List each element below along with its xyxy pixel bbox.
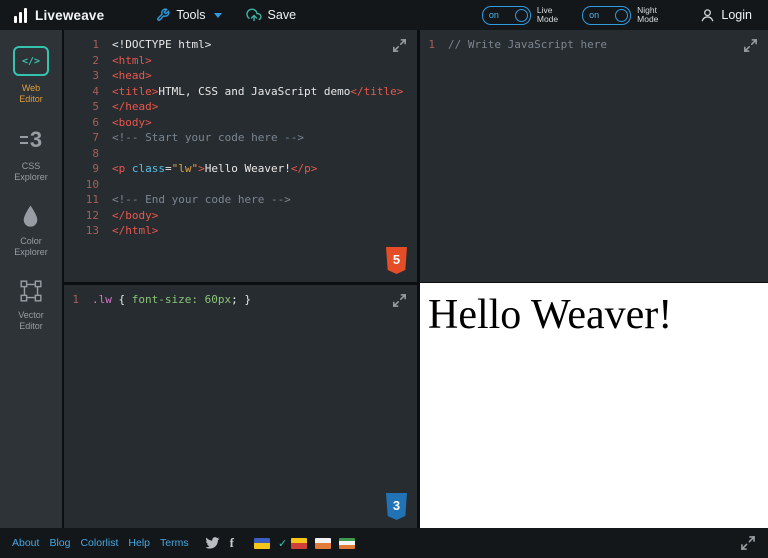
code-line[interactable]: 8	[64, 146, 417, 162]
line-number: 4	[92, 84, 99, 98]
check-icon: ✓	[277, 537, 288, 550]
code-line[interactable]: 1 <!DOCTYPE html>	[64, 37, 417, 53]
css3-logo: 3	[386, 493, 407, 520]
toggle-knob-icon	[615, 8, 629, 22]
facebook-icon[interactable]: f	[230, 535, 234, 551]
topbar: Liveweave Tools Save on Live Mode on Nig…	[0, 0, 768, 30]
sidebar-item-web-editor[interactable]: </> Web Editor	[13, 46, 49, 105]
line-number: 11	[85, 193, 99, 206]
live-toggle-state: on	[488, 10, 499, 20]
footer-link-blog[interactable]: Blog	[49, 537, 70, 549]
sidebar-item-label: Vector Editor	[18, 310, 44, 331]
sidebar-item-label: Color Explorer	[14, 236, 48, 257]
code-line[interactable]: 7 <!-- Start your code here -->	[64, 130, 417, 146]
liveweave-logo[interactable]: Liveweave	[14, 7, 105, 23]
line-number: 7	[92, 131, 99, 144]
code-line[interactable]: 3 <head>	[64, 68, 417, 84]
sidebar: </> Web Editor 3 CSS Explorer Color Expl…	[0, 30, 62, 528]
line-number: 10	[85, 177, 99, 191]
code-line[interactable]: 2 <html>	[64, 53, 417, 69]
code-line[interactable]: 9 <p class="lw">Hello Weaver!</p>	[64, 161, 417, 177]
signal-bars-icon	[14, 7, 27, 23]
code-brackets-icon: </>	[13, 46, 49, 76]
line-number: 1	[92, 38, 99, 51]
tools-label: Tools	[176, 8, 206, 22]
live-mode-label: Live Mode	[536, 4, 559, 24]
app-title: Liveweave	[35, 7, 105, 23]
sidebar-item-label: Web Editor	[19, 83, 43, 104]
footer: About Blog Colorlist Help Terms f ✓	[0, 528, 768, 558]
night-mode-label: Night Mode	[637, 4, 659, 24]
flag-icon-2[interactable]	[291, 537, 308, 549]
flag-icon-4[interactable]	[339, 537, 356, 549]
expand-icon[interactable]	[743, 38, 758, 53]
code-line[interactable]: 4 <title>HTML, CSS and JavaScript demo</t…	[64, 84, 417, 100]
line-number: 2	[92, 53, 99, 67]
sidebar-item-css-explorer[interactable]: 3 CSS Explorer	[14, 126, 48, 183]
line-number: 1	[428, 38, 435, 51]
speed-lines-icon	[19, 132, 28, 148]
html-code-editor[interactable]: 1 <!DOCTYPE html> 2 <html> 3 <head> 4 <title>HT…	[64, 30, 417, 239]
line-number: 5	[92, 100, 99, 113]
expand-icon[interactable]	[392, 293, 407, 308]
js-code-editor[interactable]: 1// Write JavaScript here	[420, 30, 768, 53]
droplet-icon	[24, 205, 38, 227]
js-editor-pane: 1// Write JavaScript here	[420, 30, 768, 282]
code-line[interactable]: 5 </head>	[64, 99, 417, 115]
line-number: 6	[92, 115, 99, 129]
live-mode-toggle[interactable]: on	[481, 5, 531, 25]
line-number: 13	[85, 224, 99, 237]
preview-pane: Hello Weaver!	[420, 283, 768, 528]
code-line[interactable]: 11 <!-- End your code here -->	[64, 192, 417, 208]
sidebar-item-color-explorer[interactable]: Color Explorer	[14, 204, 48, 258]
footer-link-help[interactable]: Help	[128, 537, 150, 549]
toggle-knob-icon	[514, 8, 528, 22]
footer-link-about[interactable]: About	[12, 537, 39, 549]
chevron-down-icon	[213, 12, 222, 18]
night-mode-toggle[interactable]: on	[582, 5, 632, 25]
footer-link-colorlist[interactable]: Colorlist	[80, 537, 118, 549]
sidebar-item-label: CSS Explorer	[14, 161, 48, 182]
fullscreen-icon[interactable]	[740, 535, 756, 551]
cloud-save-icon	[245, 8, 262, 21]
expand-icon[interactable]	[392, 38, 407, 53]
code-line[interactable]: 12 </body>	[64, 208, 417, 224]
code-line[interactable]: 1// Write JavaScript here	[420, 37, 768, 53]
wrench-icon	[157, 8, 170, 21]
css-editor-pane: 1 .lw { font-size: 60px; } 3	[64, 285, 417, 528]
code-line[interactable]: 6 <body>	[64, 115, 417, 131]
line-number: 9	[92, 162, 99, 175]
line-number: 8	[92, 146, 99, 160]
line-number: 1	[72, 293, 79, 306]
line-number: 3	[92, 69, 99, 82]
footer-link-terms[interactable]: Terms	[160, 537, 189, 549]
save-label: Save	[267, 8, 297, 22]
login-label: Login	[721, 8, 752, 22]
user-icon	[702, 8, 714, 21]
code-line[interactable]: 1 .lw { font-size: 60px; }	[64, 292, 417, 308]
vector-frame-icon	[20, 280, 42, 302]
sidebar-item-vector-editor[interactable]: Vector Editor	[18, 279, 44, 332]
preview-text: Hello Weaver!	[428, 292, 673, 338]
save-button[interactable]: Save	[245, 8, 297, 23]
flag-icon-1[interactable]	[253, 537, 270, 549]
css3-icon: 3	[19, 126, 42, 154]
language-flags: ✓	[253, 537, 356, 550]
html5-logo: 5	[386, 247, 407, 274]
css-code-editor[interactable]: 1 .lw { font-size: 60px; }	[64, 285, 417, 308]
code-line[interactable]: 10	[64, 177, 417, 193]
twitter-icon[interactable]	[205, 536, 220, 550]
editor-area: 1 <!DOCTYPE html> 2 <html> 3 <head> 4 <title>HT…	[62, 30, 768, 528]
social-icons: f	[205, 535, 234, 551]
flag-icon-3[interactable]	[315, 537, 332, 549]
login-button[interactable]: Login	[700, 8, 752, 23]
code-line[interactable]: 13 </html>	[64, 223, 417, 239]
tools-menu-button[interactable]: Tools	[156, 8, 222, 22]
night-toggle-state: on	[589, 10, 600, 20]
liveweave-app: Liveweave Tools Save on Live Mode on Nig…	[0, 0, 768, 558]
line-number: 12	[85, 208, 99, 222]
html-editor-pane: 1 <!DOCTYPE html> 2 <html> 3 <head> 4 <title>HT…	[64, 30, 417, 282]
